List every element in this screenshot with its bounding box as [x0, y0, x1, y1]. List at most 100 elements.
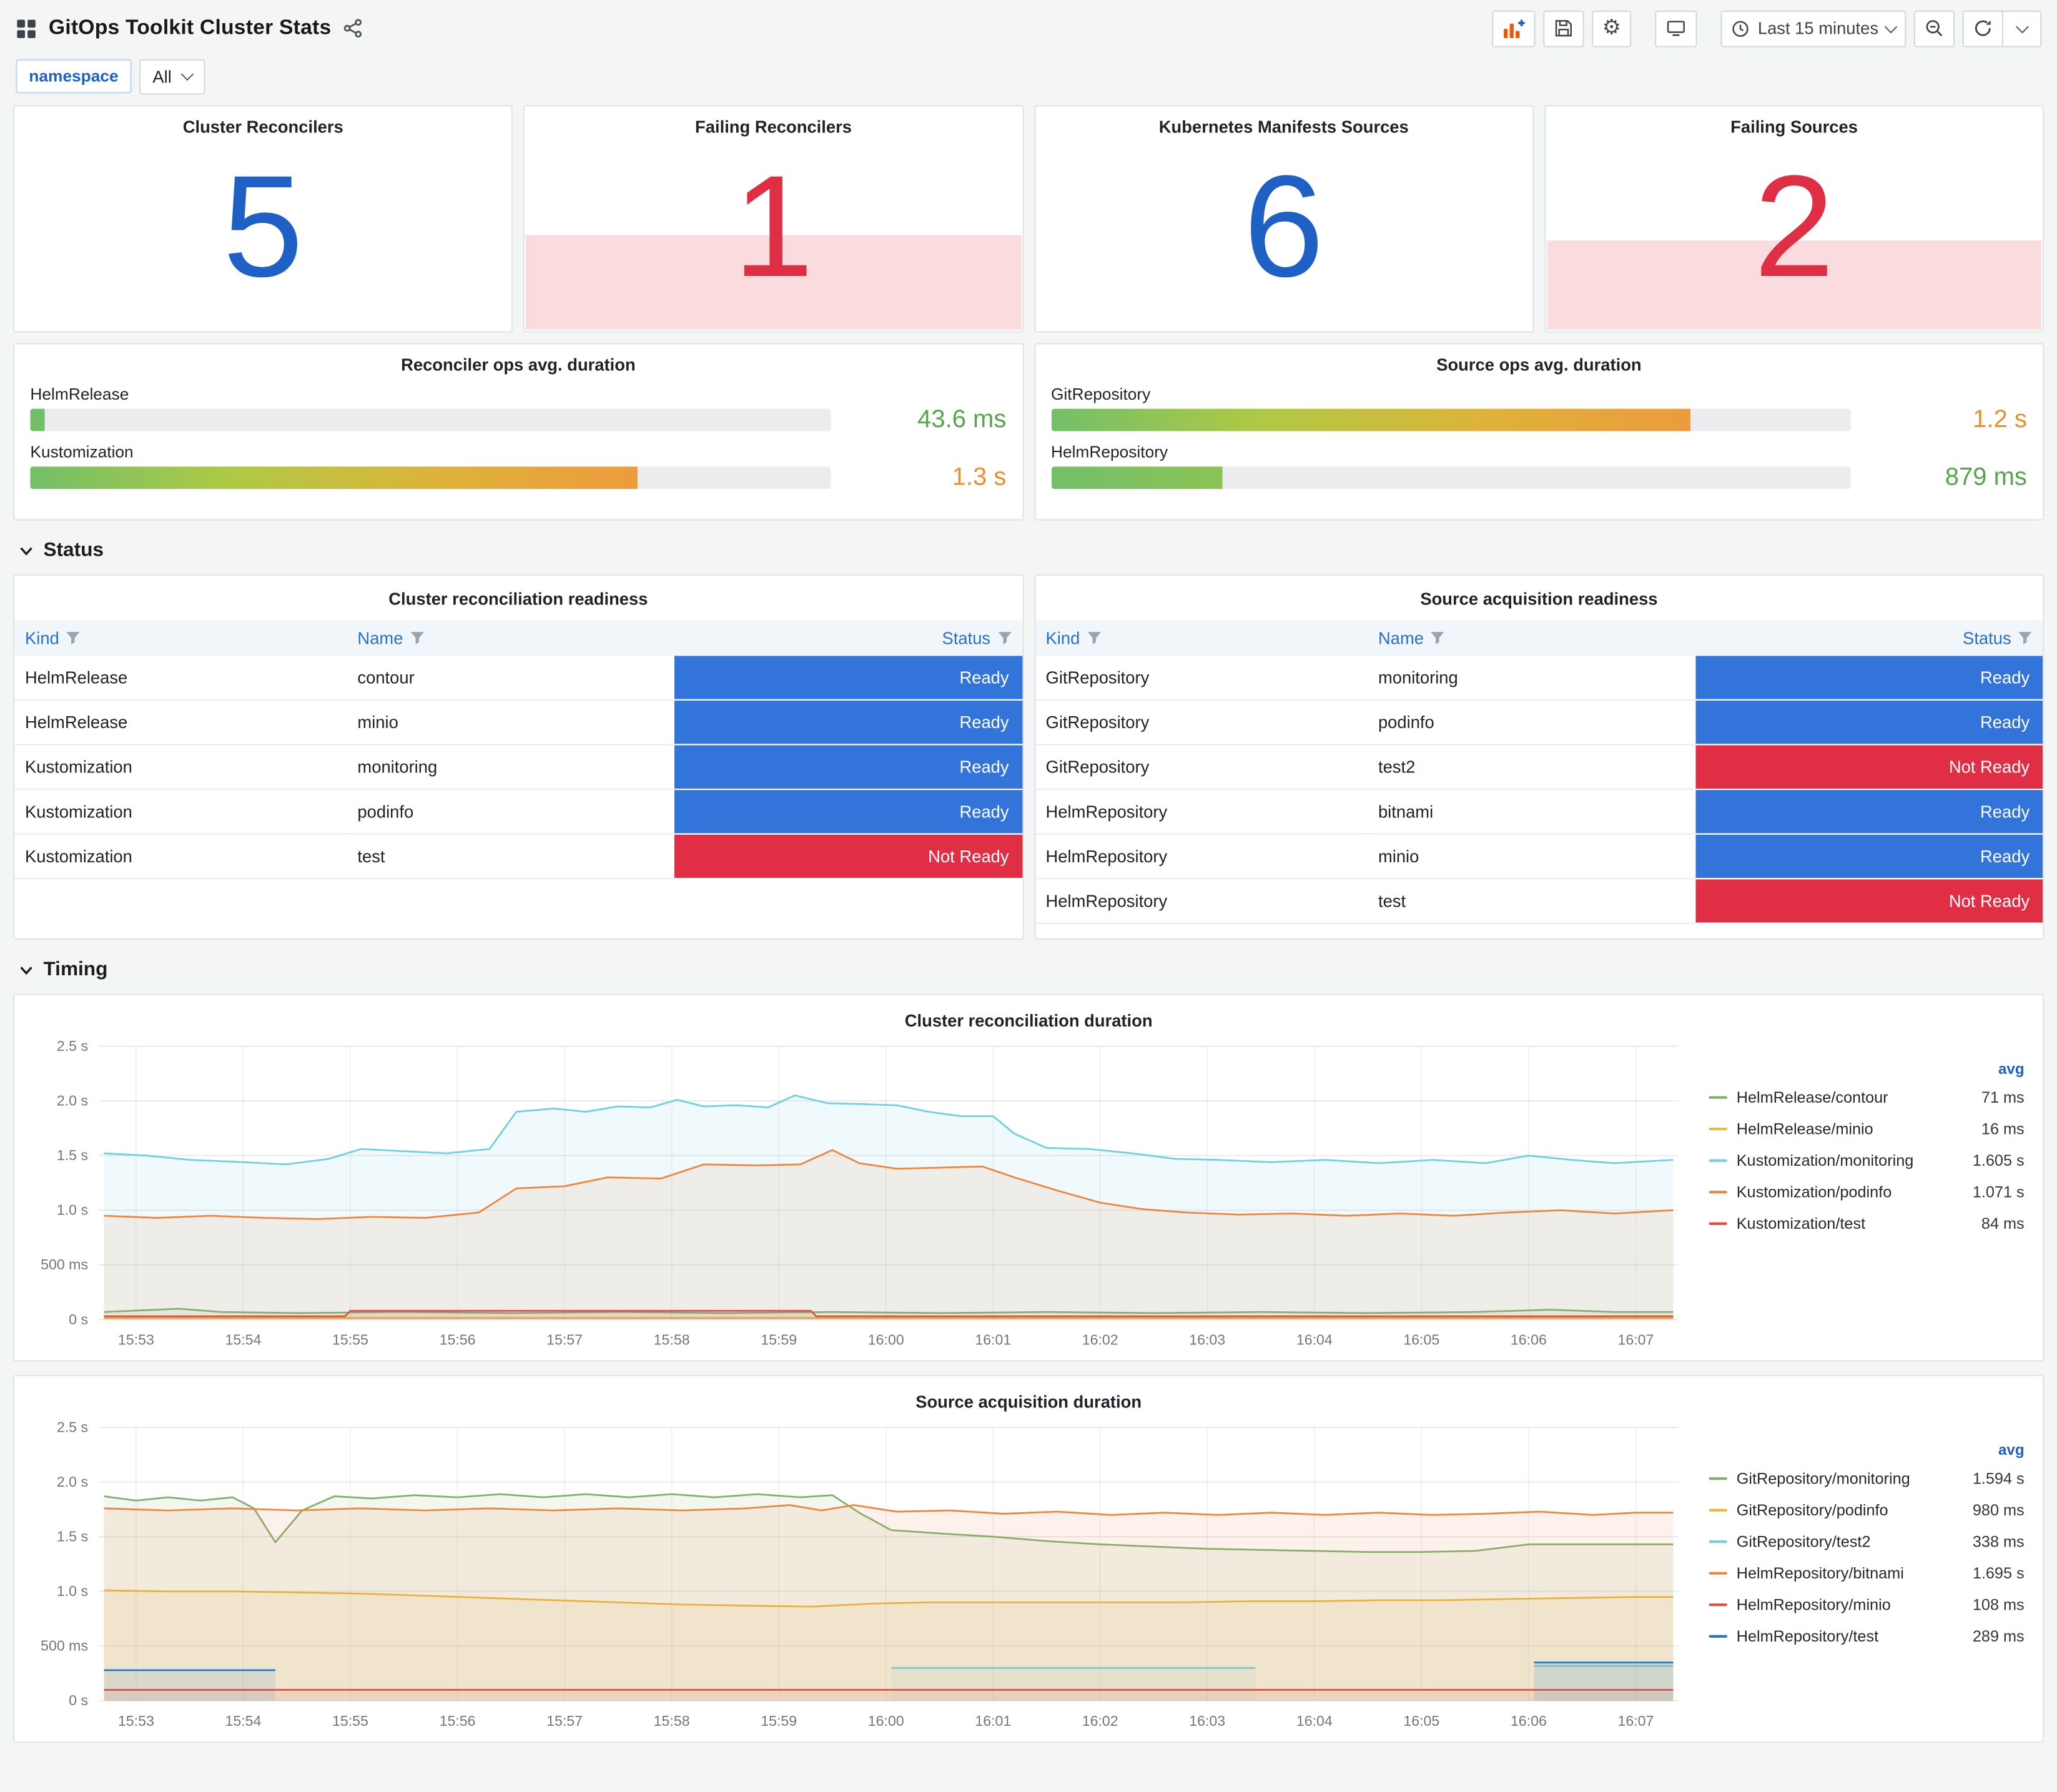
table-row: GitRepository test2 Not Ready: [1035, 744, 2043, 790]
legend-item-gitrepository-test2[interactable]: GitRepository/test2 338 ms: [1709, 1526, 2025, 1558]
top-nav: GitOps Toolkit Cluster Stats ⚙ Last 15 m…: [0, 0, 2057, 54]
section-timing[interactable]: Timing: [18, 955, 2057, 983]
svg-text:2.0 s: 2.0 s: [57, 1474, 88, 1490]
column-header-status[interactable]: Status: [674, 620, 1022, 656]
column-header-kind[interactable]: Kind: [1035, 620, 1368, 656]
legend-series-avg: 1.594 s: [1972, 1469, 2025, 1488]
column-header-kind[interactable]: Kind: [14, 620, 347, 656]
svg-text:1.0 s: 1.0 s: [57, 1202, 88, 1218]
dashboard-settings-button[interactable]: ⚙: [1591, 9, 1632, 47]
gauge-fill: [1050, 408, 1691, 431]
legend-avg-header: avg: [1998, 1443, 2025, 1459]
svg-text:16:01: 16:01: [975, 1331, 1011, 1347]
variable-namespace-select[interactable]: All: [139, 58, 205, 94]
status-cell: Ready: [674, 699, 1022, 746]
dashboard-grid-icon[interactable]: [16, 17, 37, 39]
table-row: HelmRelease minio Ready: [14, 699, 1022, 746]
legend-series-swatch: [1709, 1222, 1727, 1226]
table-panel-source-acquisition-readiness: Source acquisition readiness Kind Name Stat…: [1033, 574, 2045, 940]
legend-series-swatch: [1709, 1190, 1727, 1194]
status-badge: Ready: [674, 656, 1022, 699]
panel-title[interactable]: Cluster reconciliation duration: [25, 1000, 2032, 1031]
filter-icon[interactable]: [997, 631, 1012, 645]
column-header-name[interactable]: Name: [347, 620, 674, 656]
panel-title[interactable]: Source acquisition readiness: [1035, 581, 2043, 609]
legend-series-name: HelmRelease/minio: [1736, 1120, 1873, 1138]
column-header-status[interactable]: Status: [1695, 620, 2043, 656]
svg-text:15:55: 15:55: [332, 1331, 368, 1347]
time-series-plot[interactable]: 0 s 500 ms 1.0 s 1.5 s 2.0 s 2.5 s 15:53 15:54 1…: [25, 1414, 1692, 1735]
svg-text:15:54: 15:54: [225, 1331, 261, 1347]
svg-text:16:05: 16:05: [1403, 1331, 1439, 1347]
refresh-interval-dropdown[interactable]: [2001, 9, 2042, 47]
section-status[interactable]: Status: [18, 536, 2057, 564]
panel-title[interactable]: Reconciler ops avg. duration: [30, 350, 1006, 375]
legend-item-gitrepository-monitoring[interactable]: GitRepository/monitoring 1.594 s: [1709, 1463, 2025, 1495]
legend-series-swatch: [1709, 1509, 1727, 1512]
status-cell: Ready: [674, 744, 1022, 790]
legend-item-kustomization-monitoring[interactable]: Kustomization/monitoring 1.605 s: [1709, 1145, 2025, 1176]
legend-series-avg: 1.695 s: [1972, 1563, 2025, 1583]
stat-panel-cluster-reconcilers: Cluster Reconcilers 5: [13, 105, 513, 333]
panel-title[interactable]: Cluster Reconcilers: [14, 107, 511, 137]
svg-text:1.0 s: 1.0 s: [57, 1583, 88, 1599]
plot-area: 0 s 500 ms 1.0 s 1.5 s 2.0 s 2.5 s 15:53 15:54 1…: [25, 1033, 1701, 1354]
gauge-bar-label: HelmRelease: [30, 385, 129, 404]
panel-title[interactable]: Failing Sources: [1546, 107, 2043, 137]
stat-panel-kubernetes-manifests-sources: Kubernetes Manifests Sources 6: [1033, 105, 1534, 333]
panel-title[interactable]: Kubernetes Manifests Sources: [1035, 107, 1532, 137]
time-range-picker[interactable]: Last 15 minutes: [1720, 9, 1907, 47]
cycle-view-mode-button[interactable]: [1655, 9, 1698, 47]
svg-text:1.5 s: 1.5 s: [57, 1147, 88, 1163]
panel-title[interactable]: Source ops avg. duration: [1051, 350, 2027, 375]
legend-item-kustomization-podinfo[interactable]: Kustomization/podinfo 1.071 s: [1709, 1176, 2025, 1208]
table-cell: HelmRepository: [1035, 834, 1368, 880]
table-row: GitRepository podinfo Ready: [1035, 699, 2043, 746]
filter-icon[interactable]: [2018, 631, 2032, 645]
share-icon[interactable]: [343, 18, 363, 38]
save-dashboard-button[interactable]: [1543, 9, 1584, 47]
svg-text:15:54: 15:54: [225, 1713, 261, 1729]
time-series-plot[interactable]: 0 s 500 ms 1.0 s 1.5 s 2.0 s 2.5 s 15:53 15:54 1…: [25, 1033, 1692, 1354]
table-row: GitRepository monitoring Ready: [1035, 656, 2043, 701]
legend-series-avg: 1.605 s: [1972, 1151, 2025, 1170]
zoom-out-time-button[interactable]: [1913, 9, 1955, 47]
legend-item-kustomization-test[interactable]: Kustomization/test 84 ms: [1709, 1208, 2025, 1239]
svg-text:15:53: 15:53: [118, 1713, 154, 1729]
filter-icon[interactable]: [66, 631, 80, 645]
stat-value: 1: [733, 146, 814, 308]
variable-namespace-label[interactable]: namespace: [16, 59, 132, 94]
table-cell: GitRepository: [1035, 699, 1368, 746]
svg-text:16:06: 16:06: [1511, 1713, 1547, 1729]
panel-title[interactable]: Failing Reconcilers: [525, 107, 1022, 137]
panel-title[interactable]: Cluster reconciliation readiness: [14, 581, 1022, 609]
dashboard: GitOps Toolkit Cluster Stats ⚙ Last 15 m…: [0, 0, 2057, 1792]
column-header-label: Status: [942, 628, 991, 648]
legend-item-helmrelease-minio[interactable]: HelmRelease/minio 16 ms: [1709, 1113, 2025, 1145]
svg-text:15:56: 15:56: [440, 1713, 476, 1729]
filter-icon[interactable]: [1431, 631, 1445, 645]
filter-icon[interactable]: [1087, 631, 1101, 645]
legend-series-avg: 289 ms: [1972, 1627, 2025, 1646]
column-header-name[interactable]: Name: [1368, 620, 1695, 656]
legend-series-swatch: [1709, 1127, 1727, 1131]
add-panel-button[interactable]: [1491, 9, 1536, 47]
legend-item-helmrepository-test[interactable]: HelmRepository/test 289 ms: [1709, 1620, 2025, 1652]
legend-item-helmrelease-contour[interactable]: HelmRelease/contour 71 ms: [1709, 1081, 2025, 1113]
refresh-button[interactable]: [1962, 9, 2004, 47]
legend-series-avg: 338 ms: [1972, 1532, 2025, 1551]
variables-row: namespace All: [0, 54, 2057, 105]
legend-item-helmrepository-bitnami[interactable]: HelmRepository/bitnami 1.695 s: [1709, 1557, 2025, 1589]
legend-item-helmrepository-minio[interactable]: HelmRepository/minio 108 ms: [1709, 1589, 2025, 1621]
gauge-fill: [1050, 466, 1223, 490]
svg-text:16:03: 16:03: [1189, 1713, 1225, 1729]
plot-area: 0 s 500 ms 1.0 s 1.5 s 2.0 s 2.5 s 15:53 15:54 1…: [25, 1414, 1701, 1735]
status-cell: Ready: [674, 789, 1022, 835]
table-header-row: Kind Name Status: [1035, 620, 2043, 656]
legend-series-name: Kustomization/test: [1736, 1214, 1866, 1233]
panel-title[interactable]: Source acquisition duration: [25, 1381, 2032, 1412]
filter-icon[interactable]: [410, 631, 424, 645]
status-badge: Ready: [1695, 790, 2043, 833]
table-cell: GitRepository: [1035, 744, 1368, 790]
legend-item-gitrepository-podinfo[interactable]: GitRepository/podinfo 980 ms: [1709, 1494, 2025, 1526]
